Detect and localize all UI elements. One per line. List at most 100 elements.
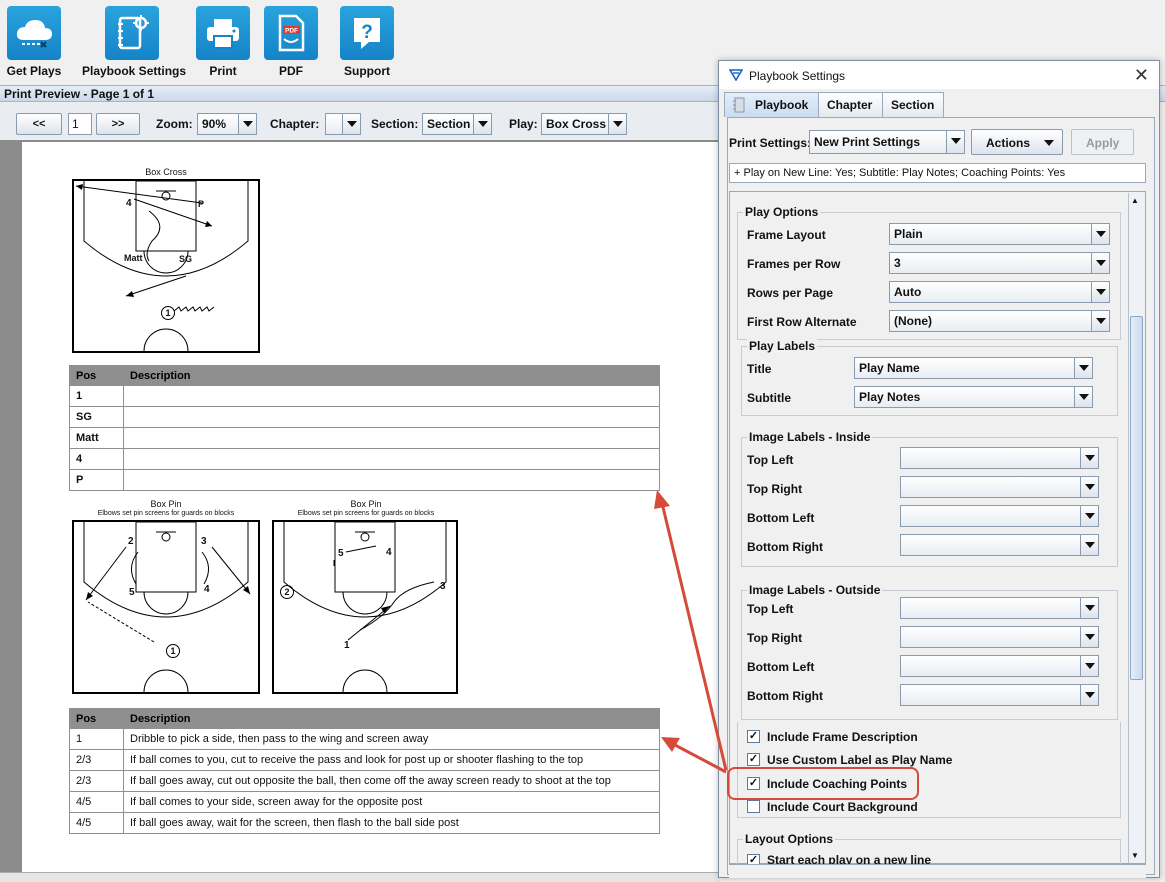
player-label: 5 (129, 587, 135, 598)
description-cell (123, 385, 660, 407)
play2-frame2-subtitle: Elbows set pin screens for guards on blo… (297, 510, 435, 517)
description-cell: If ball comes to you, cut to receive the… (123, 749, 660, 771)
player-label: 4 (386, 547, 392, 558)
frame-layout-label: Frame Layout (747, 228, 826, 242)
get-plays-button[interactable]: Get Plays (5, 6, 63, 78)
table-row: SG (69, 406, 660, 428)
scroll-down-icon[interactable]: ▼ (1131, 851, 1139, 860)
chevron-down-icon (1091, 253, 1109, 273)
pdf-button[interactable]: PDF PDF (264, 6, 318, 78)
play1-title: Box Cross (145, 167, 187, 177)
include-frame-description-label: Include Frame Description (767, 730, 918, 744)
tab-chapter[interactable]: Chapter (818, 92, 883, 117)
next-page-button[interactable]: >> (96, 113, 140, 135)
play-label: Play: (509, 117, 538, 131)
play2-frame2-court: 5 4 2 3 1 (272, 520, 458, 694)
chevron-down-icon (1080, 477, 1098, 497)
player-label: 5 (338, 548, 344, 559)
outside-bottom-left-select[interactable] (900, 655, 1099, 677)
chevron-down-icon (473, 114, 491, 134)
pos-cell: 2/3 (69, 770, 124, 792)
zoom-select[interactable]: 90% (197, 113, 257, 135)
print-settings-value: New Print Settings (814, 135, 921, 149)
zoom-label: Zoom: (156, 117, 193, 131)
use-custom-label-label: Use Custom Label as Play Name (767, 753, 953, 767)
section-select[interactable]: Section (422, 113, 492, 135)
chevron-down-icon (1080, 627, 1098, 647)
playbook-settings-button[interactable]: Playbook Settings (82, 6, 186, 78)
inside-bottom-right-label: Bottom Right (747, 540, 823, 554)
notebook-icon (733, 97, 745, 113)
frames-per-row-select[interactable]: 3 (889, 252, 1110, 274)
outside-top-right-select[interactable] (900, 626, 1099, 648)
inside-bottom-left-select[interactable] (900, 505, 1099, 527)
description-cell (123, 406, 660, 428)
image-labels-outside-title: Image Labels - Outside (747, 583, 883, 597)
include-court-background-checkbox[interactable] (747, 800, 760, 813)
chapter-select[interactable] (325, 113, 361, 135)
player-label: SG (179, 254, 193, 264)
print-settings-select[interactable]: New Print Settings (809, 130, 965, 154)
pos-cell: SG (69, 406, 124, 428)
table-row: Matt (69, 427, 660, 449)
apply-button[interactable]: Apply (1071, 129, 1134, 155)
close-icon[interactable]: ✕ (1134, 65, 1149, 86)
frames-per-row-label: Frames per Row (747, 257, 841, 271)
tab-playbook[interactable]: Playbook (724, 92, 819, 117)
chevron-down-icon (1044, 140, 1054, 146)
title-select[interactable]: Play Name (854, 357, 1093, 379)
actions-button[interactable]: Actions (971, 129, 1063, 155)
table-row: 2/3 If ball comes to you, cut to receive … (69, 749, 660, 771)
title-value: Play Name (859, 361, 920, 375)
inside-top-right-select[interactable] (900, 476, 1099, 498)
inside-bottom-right-select[interactable] (900, 534, 1099, 556)
first-row-alternate-select[interactable]: (None) (889, 310, 1110, 332)
title-label: Title (747, 362, 772, 376)
support-button[interactable]: ? Support (340, 6, 394, 78)
get-plays-label: Get Plays (6, 64, 62, 78)
page-number-field[interactable]: 1 (68, 113, 92, 135)
tab-section[interactable]: Section (882, 92, 944, 117)
description-cell: Dribble to pick a side, then pass to the… (123, 728, 660, 750)
outside-top-left-select[interactable] (900, 597, 1099, 619)
notebook-gear-icon (105, 6, 159, 60)
pos-cell: 4/5 (69, 791, 124, 813)
horizontal-scrollbar[interactable] (0, 872, 720, 882)
scroll-up-icon[interactable]: ▲ (1131, 196, 1139, 205)
pos-cell: P (69, 469, 124, 491)
table-row: 1 Dribble to pick a side, then pass to th… (69, 728, 660, 750)
chevron-down-icon (946, 131, 964, 153)
inside-top-left-select[interactable] (900, 447, 1099, 469)
include-frame-description-checkbox[interactable]: ✓ (747, 730, 760, 743)
prev-page-button[interactable]: << (16, 113, 62, 135)
rows-per-page-select[interactable]: Auto (889, 281, 1110, 303)
pos-cell: 1 (69, 728, 124, 750)
player-label: 4 (204, 584, 210, 595)
play1-table: Pos Description 1 SG Matt 4 P (69, 365, 660, 491)
print-label: Print (209, 64, 237, 78)
description-cell (123, 427, 660, 449)
chevron-down-icon (608, 114, 626, 134)
player-label: P (198, 199, 205, 209)
svg-text:PDF: PDF (285, 28, 298, 35)
section-value: Section (427, 117, 471, 131)
tab-playbook-label: Playbook (755, 98, 809, 112)
subtitle-select[interactable]: Play Notes (854, 386, 1093, 408)
inside-bottom-left-label: Bottom Left (747, 511, 815, 525)
chevron-down-icon (1080, 598, 1098, 618)
description-header: Description (123, 708, 660, 729)
play-select[interactable]: Box Cross (541, 113, 627, 135)
frame-layout-select[interactable]: Plain (889, 223, 1110, 245)
description-cell: If ball goes away, cut out opposite the … (123, 770, 660, 792)
print-button[interactable]: Print (196, 6, 250, 78)
outside-bottom-right-select[interactable] (900, 684, 1099, 706)
dialog-title: Playbook Settings (749, 69, 846, 83)
dialog-titlebar: Playbook Settings ✕ (719, 61, 1159, 89)
inside-top-right-label: Top Right (747, 482, 803, 496)
scrollbar-thumb[interactable] (1130, 316, 1143, 680)
play2-table: Pos Description 1 Dribble to pick a side,… (69, 708, 660, 834)
frames-per-row-value: 3 (894, 256, 901, 270)
outside-bottom-right-label: Bottom Right (747, 689, 823, 703)
use-custom-label-checkbox[interactable]: ✓ (747, 753, 760, 766)
player-label: 3 (440, 581, 446, 592)
